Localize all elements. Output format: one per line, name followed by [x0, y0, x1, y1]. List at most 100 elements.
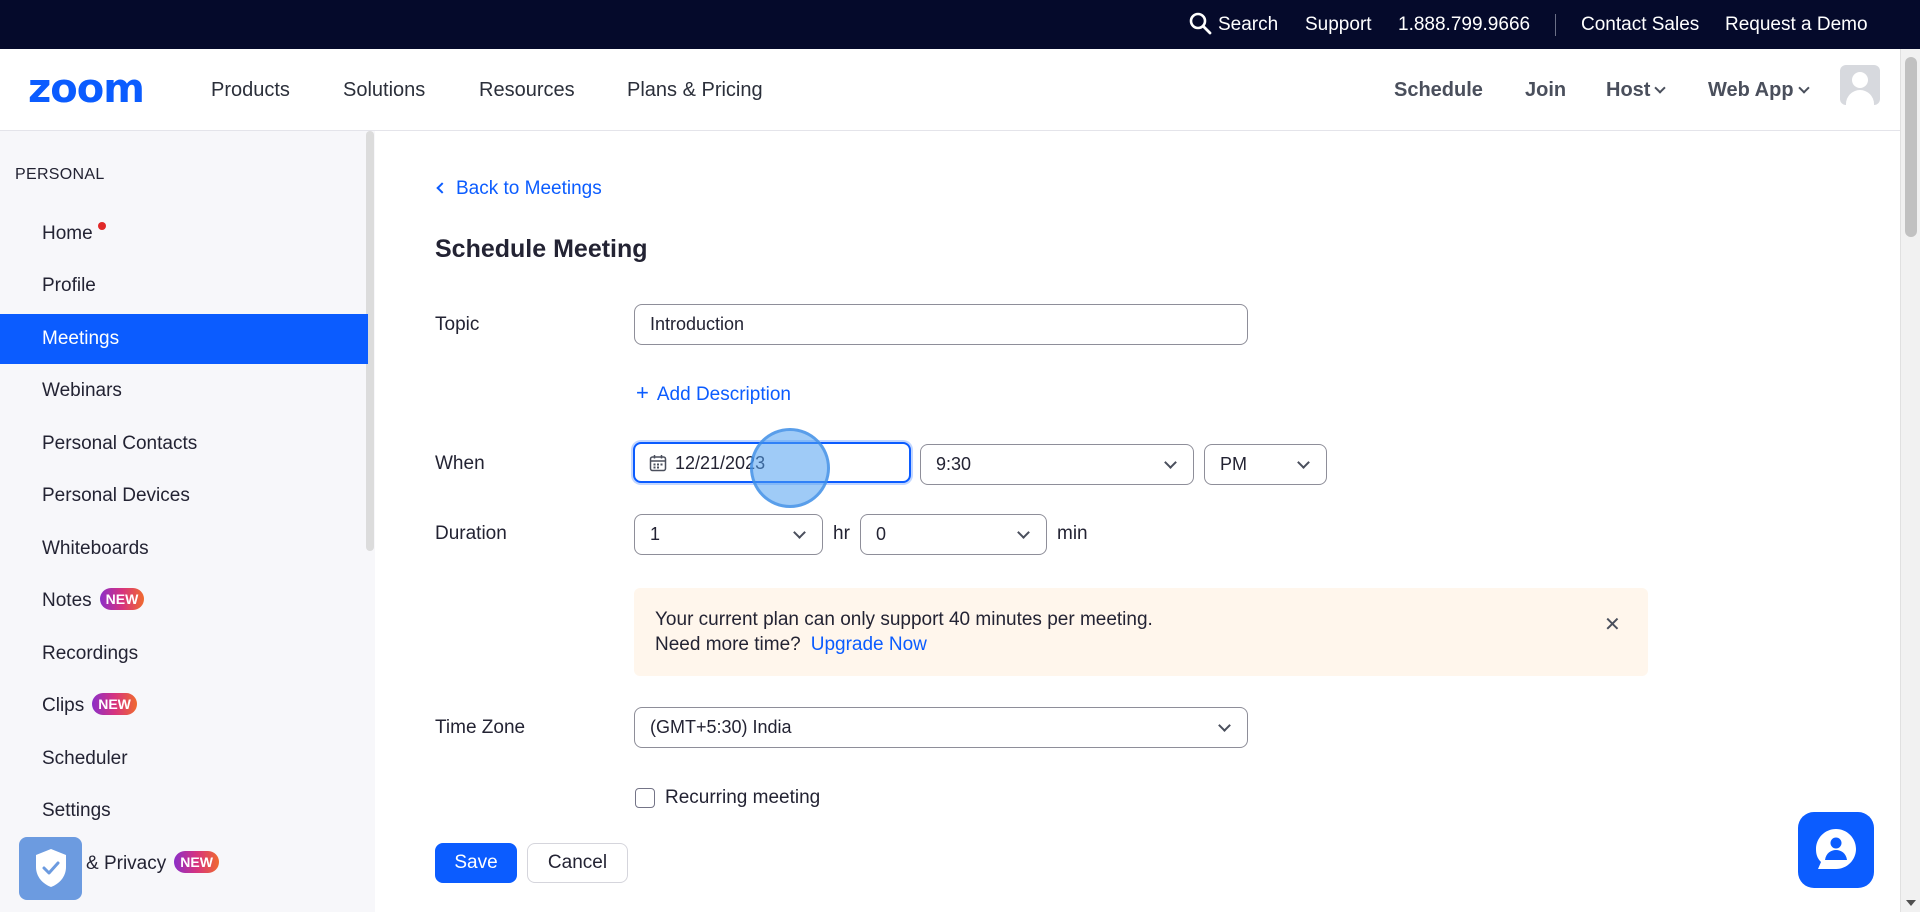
sidebar-item-recordings[interactable]: Recordings [0, 629, 368, 679]
sidebar-item-notes[interactable]: Notes NEW [0, 576, 368, 626]
timezone-select[interactable]: (GMT+5:30) India [634, 707, 1248, 748]
sidebar-item-label: Personal Contacts [42, 433, 198, 454]
new-badge: NEW [92, 693, 137, 715]
privacy-shield-button[interactable] [19, 837, 82, 900]
plus-icon: + [636, 380, 649, 405]
sidebar-item-label: Home [42, 223, 93, 244]
back-link-label: Back to Meetings [456, 178, 602, 199]
sidebar-item-label: Profile [42, 275, 96, 296]
avatar-body [1846, 90, 1874, 105]
chevron-left-icon [436, 182, 448, 194]
save-button[interactable]: Save [435, 843, 517, 883]
search-label: Search [1218, 14, 1279, 35]
sidebar-item-settings[interactable]: Settings [0, 786, 368, 836]
recurring-meeting-label[interactable]: Recurring meeting [665, 787, 820, 809]
sidebar-item-scheduler[interactable]: Scheduler [0, 734, 368, 784]
duration-minutes-value: 0 [876, 524, 887, 544]
chat-bot-icon [1816, 829, 1856, 869]
notice-text-line1: Your current plan can only support 40 mi… [655, 609, 1153, 630]
search-link[interactable]: Search [1188, 0, 1278, 49]
topic-input[interactable]: Introduction [634, 304, 1248, 345]
back-to-meetings-link[interactable]: Back to Meetings [436, 178, 602, 200]
sidebar-item-clips[interactable]: Clips NEW [0, 681, 368, 731]
contact-sales-link[interactable]: Contact Sales [1581, 0, 1699, 49]
notice-text-line2: Need more time? Upgrade Now [655, 634, 927, 656]
close-icon[interactable]: ✕ [1604, 612, 1621, 637]
duration-minutes-select[interactable]: 0 [860, 514, 1047, 555]
upgrade-now-link[interactable]: Upgrade Now [811, 634, 927, 655]
sidebar-item-label: & Privacy [86, 853, 167, 874]
nav-schedule[interactable]: Schedule [1394, 49, 1483, 131]
sidebar-item-label: Meetings [42, 328, 120, 349]
calendar-icon [649, 455, 667, 472]
sidebar-item-label: Scheduler [42, 748, 128, 769]
chevron-down-icon [1797, 82, 1810, 94]
request-demo-link[interactable]: Request a Demo [1725, 0, 1868, 49]
nav-web-app-label: Web App [1708, 79, 1794, 101]
timezone-label: Time Zone [435, 717, 526, 738]
chat-support-button[interactable] [1798, 812, 1874, 888]
timezone-value: (GMT+5:30) India [650, 717, 792, 737]
recurring-meeting-checkbox[interactable] [635, 788, 655, 808]
date-value: 12/21/2023 [675, 453, 766, 473]
add-description-label: Add Description [656, 384, 791, 405]
nav-resources[interactable]: Resources [479, 49, 575, 131]
search-icon [1189, 12, 1212, 35]
chevron-down-icon [1297, 456, 1310, 469]
support-link[interactable]: Support [1305, 0, 1372, 49]
plan-limit-notice: Your current plan can only support 40 mi… [634, 588, 1648, 676]
nav-web-app[interactable]: Web App [1708, 49, 1810, 131]
sidebar-item-personal-contacts[interactable]: Personal Contacts [0, 419, 368, 469]
chevron-down-icon [1017, 526, 1030, 539]
avatar[interactable] [1840, 65, 1880, 105]
notification-dot [97, 222, 106, 230]
scrollbar-thumb[interactable] [1905, 57, 1917, 237]
sidebar-heading: PERSONAL [15, 166, 105, 183]
sidebar-item-meetings[interactable]: Meetings [0, 314, 368, 364]
sidebar-item-label: Recordings [42, 643, 139, 664]
time-value: 9:30 [936, 454, 972, 474]
cancel-button[interactable]: Cancel [527, 843, 628, 883]
main-nav: zoom Products Solutions Resources Plans … [0, 49, 1900, 131]
topbar-divider [1555, 14, 1556, 36]
duration-hours-select[interactable]: 1 [634, 514, 823, 555]
page-title: Schedule Meeting [435, 235, 648, 263]
nav-solutions[interactable]: Solutions [343, 49, 425, 131]
sidebar-item-label: Webinars [42, 380, 122, 401]
chevron-down-icon [1164, 456, 1177, 469]
sidebar-item-label: Notes [42, 590, 92, 611]
add-description-link[interactable]: + Add Description [636, 380, 791, 406]
min-unit-label: min [1057, 523, 1088, 544]
new-badge: NEW [174, 851, 219, 873]
shield-check-icon [36, 849, 66, 887]
sidebar-item-webinars[interactable]: Webinars [0, 366, 368, 416]
utility-bar: Search Support 1.888.799.9666 Contact Sa… [0, 0, 1920, 49]
ampm-select[interactable]: PM [1204, 444, 1327, 485]
page-scrollbar[interactable] [1900, 49, 1920, 912]
date-input[interactable]: 12/21/2023 [633, 442, 911, 483]
scroll-down-arrow-icon[interactable] [1906, 900, 1916, 906]
chevron-down-icon [1218, 719, 1231, 732]
nav-host[interactable]: Host [1606, 49, 1667, 131]
nav-products[interactable]: Products [211, 49, 290, 131]
zoom-logo[interactable]: zoom [28, 69, 145, 109]
nav-plans-pricing[interactable]: Plans & Pricing [627, 49, 763, 131]
time-select[interactable]: 9:30 [920, 444, 1194, 485]
new-badge: NEW [99, 588, 145, 610]
sidebar-item-profile[interactable]: Profile [0, 261, 368, 311]
sidebar-item-personal-devices[interactable]: Personal Devices [0, 471, 368, 521]
chevron-down-icon [1654, 82, 1667, 94]
avatar-head [1852, 72, 1868, 88]
sidebar-item-label: Settings [42, 800, 111, 821]
when-label: When [435, 453, 485, 474]
nav-host-label: Host [1606, 79, 1651, 101]
ampm-value: PM [1220, 454, 1247, 474]
sidebar-item-home[interactable]: Home [0, 209, 368, 259]
chevron-down-icon [793, 526, 806, 539]
phone-link[interactable]: 1.888.799.9666 [1398, 0, 1530, 49]
sidebar-item-label: Whiteboards [42, 538, 149, 559]
duration-hours-value: 1 [650, 524, 661, 544]
topic-label: Topic [435, 314, 480, 335]
nav-join[interactable]: Join [1525, 49, 1566, 131]
sidebar-item-whiteboards[interactable]: Whiteboards [0, 524, 368, 574]
